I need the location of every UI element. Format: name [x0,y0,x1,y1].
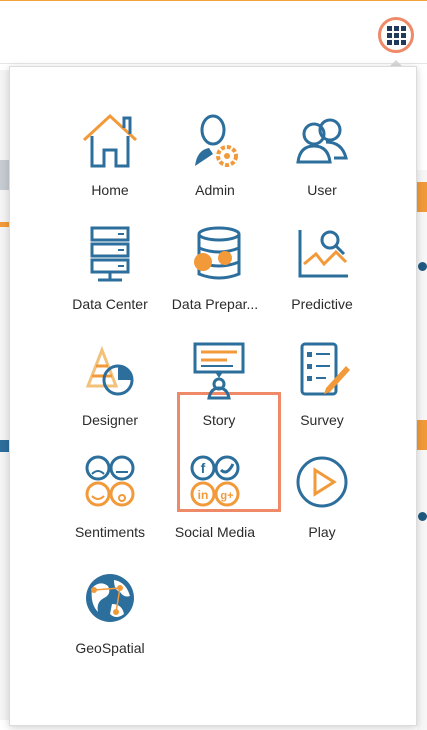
background-dot [418,262,427,271]
svg-text:f: f [201,460,206,476]
geospatial-icon [86,574,134,622]
background-mark [0,440,9,452]
app-tile-predictive[interactable]: Predictive [272,224,372,332]
background-accent-right-2 [417,420,427,450]
svg-text:g+: g+ [220,490,233,502]
app-tile-label: Story [202,412,236,428]
app-tile-data-center[interactable]: Data Center [60,224,160,332]
app-tile-survey[interactable]: Survey [272,340,372,448]
app-tile-label: Predictive [291,296,353,312]
app-tile-label: User [307,182,337,198]
app-tile-label: Social Media [174,524,256,540]
app-tile-label: GeoSpatial [75,640,145,656]
app-launcher-button[interactable] [378,17,414,53]
background-accent-bar [0,222,9,227]
top-bar [0,0,427,64]
app-tile-label: Designer [81,412,139,428]
app-tile-social-media[interactable]: f in g+ Social Media [165,452,265,560]
app-tile-label: Data Center [72,296,148,312]
app-tile-label: Home [91,182,129,198]
app-tile-data-preparation[interactable]: Data Prepar... [165,224,265,332]
background-figure [0,160,9,190]
sentiments-icon [85,455,135,507]
app-tile-user[interactable]: User [272,110,372,218]
admin-icon [195,114,238,167]
app-tile-home[interactable]: Home [60,110,160,218]
data-center-icon [90,226,130,282]
svg-text:in: in [198,488,209,502]
designer-icon [85,345,134,396]
app-tile-story[interactable]: Story [169,340,269,448]
play-icon [296,456,348,508]
survey-icon [300,342,350,396]
user-icon [296,118,348,164]
background-right-edge [417,170,427,730]
background-accent-right [417,182,427,212]
predictive-icon [298,230,348,278]
app-tile-label: Data Prepar... [171,296,259,312]
app-tile-admin[interactable]: Admin [165,110,265,218]
app-tile-label: Admin [195,182,235,198]
background-dot-2 [418,512,427,521]
app-tile-label: Sentiments [74,524,146,540]
data-preparation-icon [194,226,241,280]
app-tile-label: Play [308,524,336,540]
app-tile-designer[interactable]: Designer [60,340,160,448]
story-icon [193,342,245,400]
grid-icon [386,25,406,45]
app-tile-play[interactable]: Play [272,452,372,560]
app-tile-label: Survey [300,412,344,428]
app-tile-sentiments[interactable]: Sentiments [60,452,160,560]
app-tile-geospatial[interactable]: GeoSpatial [60,568,160,676]
social-media-icon: f in g+ [190,455,240,507]
home-icon [82,113,138,168]
